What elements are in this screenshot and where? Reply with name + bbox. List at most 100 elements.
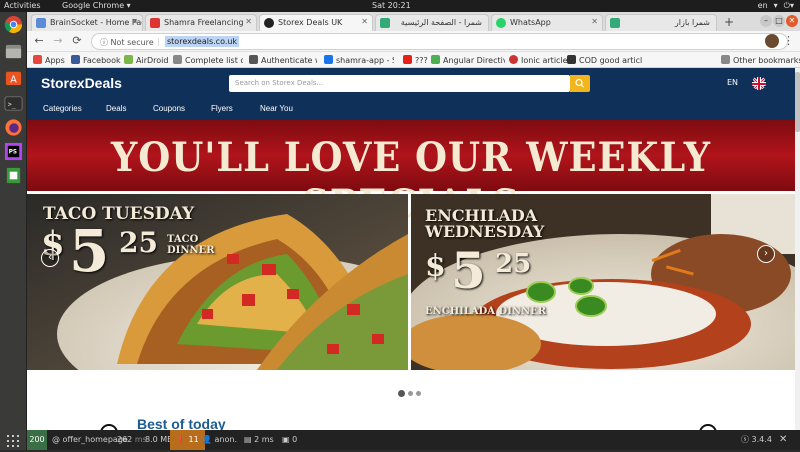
bookmark-airdroid[interactable]: AirDroid (124, 55, 168, 65)
maximize-icon[interactable]: □ (773, 15, 785, 27)
memory-usage[interactable]: 8.0 MB (145, 430, 173, 450)
profile-avatar[interactable] (765, 34, 779, 48)
carousel-dot[interactable] (398, 390, 405, 397)
nav-coupons[interactable]: Coupons (153, 104, 185, 113)
system-top-bar: Activities Google Chrome ▾ Sat 20:21 en … (0, 0, 800, 12)
close-tab-icon[interactable]: ✕ (591, 17, 598, 26)
twig-info[interactable]: ▣ 0 (282, 430, 297, 450)
language-selector[interactable]: EN (727, 78, 738, 87)
site-search-input[interactable]: Search on Storex Deals... (229, 75, 570, 92)
security-label: Not secure (110, 38, 154, 47)
database-icon: ▤ (244, 435, 252, 444)
close-window-icon[interactable]: ✕ (786, 15, 798, 27)
bookmarks-bar: Apps Facebook AirDroid Complete list of … (27, 52, 800, 68)
nav-deals[interactable]: Deals (106, 104, 126, 113)
bookmark-angular[interactable]: Angular Directiv (431, 55, 505, 65)
status-code[interactable]: 200 (27, 430, 47, 450)
promo-title-line: WEDNESDAY (425, 222, 545, 241)
user-info[interactable]: 👤 anon. (202, 430, 237, 450)
nav-categories[interactable]: Categories (43, 104, 82, 113)
url-text[interactable]: storexdeals.co.uk (165, 36, 240, 47)
software-center-icon[interactable]: A (4, 68, 23, 87)
tab-strip: BrainSocket - Home Pag ✕ Shamra Freelanc… (27, 12, 800, 31)
tab-shamra-bazaar[interactable]: شمرا بازار (605, 14, 717, 31)
site-logo[interactable]: StorexDeals (41, 75, 122, 91)
tab-favicon (150, 18, 160, 28)
show-applications-icon[interactable] (6, 433, 20, 447)
warnings-badge[interactable]: ❗ 11 (170, 430, 205, 450)
bookmark-authenticate[interactable]: Authenticate wi (249, 55, 317, 65)
reload-icon[interactable]: ⟳ (70, 34, 84, 47)
db-time[interactable]: ▤ 2 ms (244, 430, 274, 450)
bookmark-facebook[interactable]: Facebook (71, 55, 121, 65)
search-button[interactable] (570, 75, 590, 92)
clock[interactable]: Sat 20:21 (372, 1, 411, 10)
nav-flyers[interactable]: Flyers (211, 104, 233, 113)
files-icon[interactable] (4, 42, 23, 61)
bookmark-youtube[interactable]: ??? (403, 55, 428, 65)
close-toolbar-icon[interactable]: ✕ (779, 430, 787, 450)
carousel-dot[interactable] (408, 391, 413, 396)
symfony-version[interactable]: ⓢ 3.4.4 (741, 430, 772, 450)
tab-favicon (380, 18, 390, 28)
spreadsheet-icon[interactable] (4, 166, 23, 185)
close-tab-icon[interactable]: ✕ (361, 17, 368, 26)
tab-favicon (610, 18, 620, 28)
apps-icon (33, 55, 42, 64)
bookmark-shamra-app[interactable]: shamra-app - Se (324, 55, 394, 65)
facebook-icon (71, 55, 80, 64)
close-tab-icon[interactable]: ✕ (131, 17, 138, 26)
chevron-right-icon: › (764, 248, 768, 259)
forward-icon[interactable]: → (51, 34, 65, 47)
promo-title: TACO TUESDAY (43, 204, 195, 224)
network-icon[interactable]: ▾ (774, 1, 778, 11)
carousel-prev-button[interactable]: ‹ (41, 249, 59, 267)
bookmark-apps[interactable]: Apps (33, 55, 65, 65)
promo-subtitle-line: TACO (167, 234, 199, 245)
back-icon[interactable]: ← (32, 34, 46, 47)
terminal-icon[interactable]: >_ (4, 94, 23, 113)
promo-enchilada-wednesday[interactable]: ENCHILADA WEDNESDAY $ 5 25 ENCHILADA DIN… (411, 194, 795, 370)
weekly-specials-banner[interactable]: YOU'LL LOVE OUR WEEKLY SPECIALS (27, 120, 795, 228)
tab-shamra-home[interactable]: شمرا - الصفحة الرئيسية (375, 14, 489, 31)
address-bar[interactable]: ⓘ Not secure | storexdeals.co.uk ☆ (91, 33, 788, 50)
bookmark-label: shamra-app - Se (336, 56, 394, 65)
nav-near-you[interactable]: Near You (260, 104, 293, 113)
chrome-menu-icon[interactable]: ⋮ (783, 34, 794, 47)
uk-flag-icon[interactable] (752, 76, 766, 90)
tab-label: Shamra Freelancing (164, 18, 244, 27)
chrome-icon[interactable] (4, 15, 23, 34)
tab-storex-deals[interactable]: Storex Deals UK ✕ (259, 14, 373, 31)
tab-shamra-freelancing[interactable]: Shamra Freelancing ✕ (145, 14, 257, 31)
firefox-icon[interactable] (4, 118, 23, 137)
app-menu-label: Google Chrome (62, 1, 125, 10)
promo-taco-tuesday[interactable]: TACO TUESDAY $ 5 25 TACO DINNER ‹ (27, 194, 408, 370)
page-viewport: StorexDeals Search on Storex Deals... EN… (27, 68, 795, 450)
scrollbar-thumb[interactable] (795, 72, 800, 132)
tab-whatsapp[interactable]: WhatsApp ✕ (491, 14, 603, 31)
app-menu[interactable]: Google Chrome ▾ (62, 1, 131, 10)
promo-subtitle: ENCHILADA DINNER (425, 306, 547, 317)
tab-brainsocket[interactable]: BrainSocket - Home Pag ✕ (31, 14, 143, 31)
security-indicator[interactable]: ⓘ Not secure (100, 37, 154, 48)
request-time[interactable]: 262 ms (117, 430, 147, 450)
bookmark-label: COD good articl (579, 56, 643, 65)
bookmark-complete-list[interactable]: Complete list of (173, 55, 243, 65)
carousel-next-button[interactable]: › (757, 245, 775, 263)
new-tab-button[interactable]: + (724, 15, 734, 29)
activities-button[interactable]: Activities (4, 1, 41, 10)
carousel-dot[interactable] (416, 391, 421, 396)
phpstorm-icon[interactable]: PS (4, 142, 23, 161)
power-icon[interactable]: ⏻▾ (784, 1, 794, 11)
close-tab-icon[interactable]: ✕ (245, 17, 252, 26)
tab-label: شمرا بازار (674, 18, 710, 27)
price-cents: 25 (495, 249, 532, 279)
minimize-icon[interactable]: – (760, 15, 772, 27)
page-icon (173, 55, 182, 64)
bookmark-cod[interactable]: COD good articl (567, 55, 645, 65)
db-time-value: 2 (254, 435, 260, 444)
bookmark-ionic[interactable]: Ionic article (509, 55, 568, 65)
other-bookmarks[interactable]: Other bookmarks (721, 55, 800, 65)
keyboard-language[interactable]: en (758, 1, 768, 11)
tab-label: WhatsApp (510, 18, 551, 27)
